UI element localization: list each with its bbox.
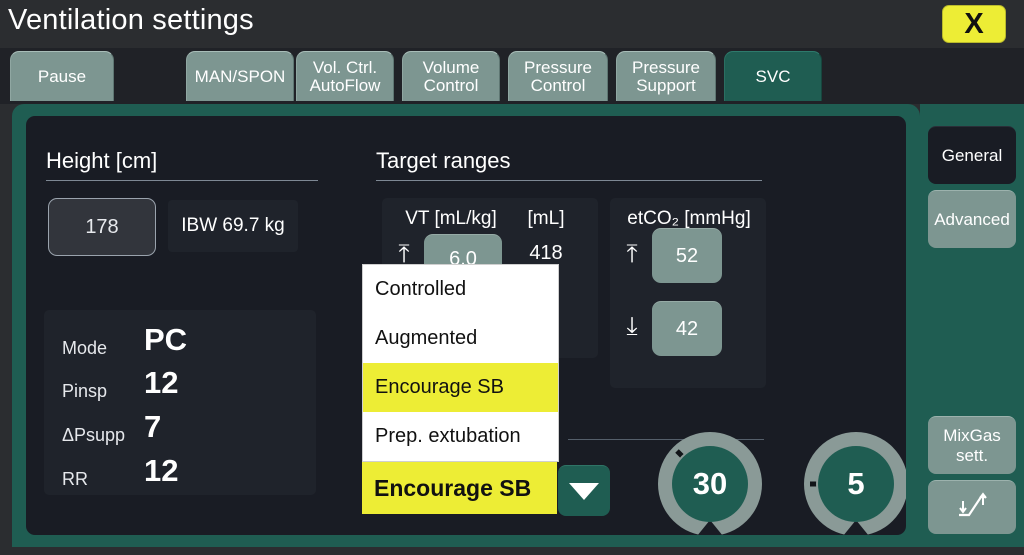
flow-ramp-icon (955, 491, 989, 523)
dropdown-option-label: Augmented (375, 327, 478, 349)
strategy-dropdown-selected[interactable]: Encourage SB (362, 462, 557, 514)
knob-value-peep: 5 (818, 446, 894, 522)
height-section-title: Height [cm] (46, 148, 158, 173)
tab-label: SVC (755, 66, 791, 86)
tab-label: Pressure (523, 57, 593, 77)
mode-label-mode: Mode (62, 338, 108, 358)
knob-pmax[interactable]: 30 Pmax (658, 432, 768, 535)
dropdown-option-controlled[interactable]: Controlled (363, 265, 558, 314)
tab-svc[interactable]: SVC (724, 51, 822, 101)
tab-volume-control[interactable]: Volume Control (402, 51, 500, 101)
height-section-rule (46, 180, 318, 181)
ventilator-settings-screen: Ventilation settings X Pause MAN/SPON Vo… (0, 0, 1024, 555)
dropdown-option-augmented[interactable]: Augmented (363, 314, 558, 363)
knob-value-text: 5 (847, 466, 865, 501)
rail-button-label: MixGas (943, 426, 1001, 446)
tab-label-2: Control (423, 75, 479, 95)
close-button[interactable]: X (942, 5, 1006, 43)
etco2-lower-value-button[interactable]: 42 (652, 301, 722, 356)
knob-value-text: 30 (692, 466, 728, 501)
page-title: Ventilation settings (8, 4, 254, 36)
strategy-dropdown-toggle[interactable] (558, 465, 610, 516)
side-rail: General Advanced MixGas sett. (920, 104, 1024, 547)
rail-button-advanced[interactable]: Advanced (928, 190, 1016, 248)
target-ranges-rule (376, 180, 762, 181)
dropdown-option-label: Encourage SB (375, 376, 504, 398)
etco2-upper-limit-icon: ⤒ (626, 240, 638, 268)
tab-pressure-control[interactable]: Pressure Control (508, 51, 608, 101)
chevron-down-icon (569, 482, 599, 500)
tab-label: Volume (422, 57, 480, 77)
mode-value-pinsp: 12 (144, 365, 179, 400)
etco2-lower-limit-icon: ⤓ (626, 312, 638, 340)
tab-vol-ctrl-autoflow[interactable]: Vol. Ctrl. AutoFlow (296, 51, 394, 101)
dropdown-option-label: Controlled (375, 278, 467, 300)
mode-label-dpsupp: ΔPsupp (62, 425, 126, 445)
dropdown-option-label: Prep. extubation (375, 425, 521, 447)
mode-value-dpsupp: 7 (144, 409, 162, 444)
rail-button-flow-ramp[interactable] (928, 480, 1016, 534)
etco2-header: etCO₂ [mmHg] (627, 208, 751, 229)
tab-pause[interactable]: Pause (10, 51, 114, 101)
mode-label-rr: RR (62, 469, 88, 489)
rail-button-mixgas-settings[interactable]: MixGas sett. (928, 416, 1016, 474)
tab-label: Pressure (631, 57, 701, 77)
tab-label: Pause (37, 66, 87, 86)
dropdown-option-prep-extubation[interactable]: Prep. extubation (363, 412, 558, 461)
knob-peep[interactable]: 5 PEEP (804, 432, 906, 535)
tab-label: MAN/SPON (194, 66, 286, 86)
etco2-upper-value-button[interactable]: 52 (652, 228, 722, 283)
mode-value-mode: PC (144, 322, 188, 357)
etco2-lower-value: 42 (675, 317, 699, 340)
title-bar: Ventilation settings X (0, 0, 1024, 48)
tab-label-2: AutoFlow (309, 75, 381, 95)
knob-value-pmax: 30 (672, 446, 748, 522)
rail-button-general[interactable]: General (928, 126, 1016, 184)
vt-upper-ml-value: 418 (529, 242, 563, 264)
close-icon: X (964, 7, 984, 40)
mode-value-rr: 12 (144, 453, 179, 488)
height-input-value: 178 (85, 215, 119, 238)
tab-label: Vol. Ctrl. (312, 57, 378, 77)
tab-label-2: Support (636, 75, 696, 95)
vt-header-ml: [mL] (527, 208, 565, 229)
etco2-upper-value: 52 (675, 244, 699, 267)
mode-tab-bar: Pause MAN/SPON Vol. Ctrl. AutoFlow Volume… (0, 48, 1024, 104)
strategy-dropdown-list[interactable]: Controlled Augmented Encourage SB Prep. … (362, 264, 559, 462)
rail-button-label: General (941, 145, 1003, 165)
target-ranges-title: Target ranges (376, 148, 511, 173)
mode-label-pinsp: Pinsp (62, 381, 108, 401)
ibw-value: IBW 69.7 kg (181, 215, 285, 236)
dropdown-option-encourage-sb[interactable]: Encourage SB (363, 363, 558, 412)
rail-button-label-2: sett. (955, 445, 989, 465)
tab-label-2: Control (530, 75, 586, 95)
rail-button-label: Advanced (934, 209, 1010, 229)
tab-man-spon[interactable]: MAN/SPON (186, 51, 294, 101)
height-input[interactable]: 178 (48, 198, 156, 256)
tab-pressure-support[interactable]: Pressure Support (616, 51, 716, 101)
ibw-readout: IBW 69.7 kg (168, 200, 298, 252)
vt-header-per-kg: VT [mL/kg] (405, 208, 497, 229)
dropdown-selected-label: Encourage SB (374, 474, 532, 501)
